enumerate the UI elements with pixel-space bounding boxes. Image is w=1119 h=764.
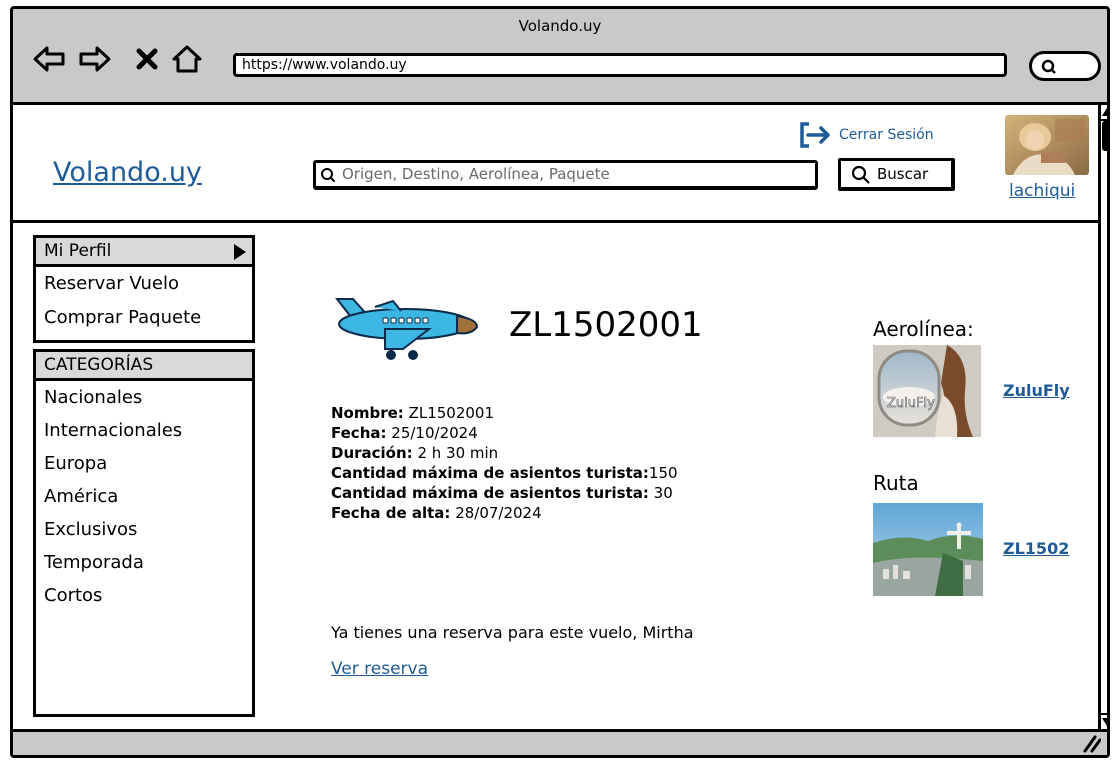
expand-arrow-icon: [234, 244, 246, 260]
category-cortos[interactable]: Cortos: [36, 579, 252, 612]
airline-heading: Aerolínea:: [873, 317, 974, 341]
route-heading: Ruta: [873, 471, 919, 495]
category-internacionales[interactable]: Internacionales: [36, 414, 252, 447]
home-icon[interactable]: [169, 41, 205, 77]
search-icon: [851, 165, 870, 184]
resize-grip-icon[interactable]: [1081, 735, 1102, 755]
search-button-label: Buscar: [877, 165, 929, 183]
back-arrow-icon[interactable]: [31, 41, 67, 77]
route-image[interactable]: [873, 503, 983, 596]
category-exclusivos[interactable]: Exclusivos: [36, 513, 252, 546]
category-temporada[interactable]: Temporada: [36, 546, 252, 579]
categories-menu: CATEGORÍAS Nacionales Internacionales Eu…: [33, 349, 255, 717]
logout-link[interactable]: Cerrar Sesión: [799, 121, 934, 149]
view-reservation-link[interactable]: Ver reserva: [331, 659, 428, 679]
page-scrollbar[interactable]: [1098, 105, 1107, 729]
search-button[interactable]: Buscar: [838, 158, 955, 191]
detail-duracion: Duración: 2 h 30 min: [331, 444, 499, 462]
detail-asientos-turista-2: Cantidad máxima de asientos turista: 30: [331, 484, 673, 502]
logout-label: Cerrar Sesión: [839, 127, 934, 143]
search-input[interactable]: Origen, Destino, Aerolínea, Paquete: [313, 160, 818, 190]
flight-details: Nombre: ZL1502001 Fecha: 25/10/2024 Dura…: [331, 403, 678, 523]
airplane-icon: [331, 291, 481, 367]
airline-link[interactable]: ZuluFly: [1003, 381, 1070, 400]
menu-item-label: Mi Perfil: [44, 241, 112, 261]
detail-asientos-turista: Cantidad máxima de asientos turista:150: [331, 464, 678, 482]
url-bar[interactable]: https://www.volando.uy: [233, 53, 1007, 77]
profile-menu: Mi Perfil Reservar Vuelo Comprar Paquete: [33, 235, 255, 343]
scroll-down-arrow-icon[interactable]: [1101, 713, 1107, 729]
forward-arrow-icon[interactable]: [77, 41, 113, 77]
category-nacionales[interactable]: Nacionales: [36, 381, 252, 414]
category-europa[interactable]: Europa: [36, 447, 252, 480]
categories-heading: CATEGORÍAS: [36, 352, 252, 381]
reservation-notice: Ya tienes una reserva para este vuelo, M…: [331, 623, 694, 642]
browser-toolbar: Volando.uy https://www.volando.uy: [13, 9, 1107, 105]
menu-item-reservar-vuelo[interactable]: Reservar Vuelo: [36, 267, 252, 301]
search-placeholder: Origen, Destino, Aerolínea, Paquete: [342, 165, 610, 183]
flight-code-title: ZL1502001: [509, 305, 703, 345]
menu-item-comprar-paquete[interactable]: Comprar Paquete: [36, 301, 252, 335]
site-logo[interactable]: Volando.uy: [53, 157, 202, 188]
magnifier-icon: [1041, 59, 1056, 74]
route-link[interactable]: ZL1502: [1003, 539, 1069, 558]
detail-fecha: Fecha: 25/10/2024: [331, 424, 478, 442]
detail-nombre: Nombre: ZL1502001: [331, 404, 495, 422]
site-header: Volando.uy Origen, Destino, Aerolínea, P…: [13, 105, 1098, 223]
airline-logo-image[interactable]: ZuluFly: [873, 345, 981, 437]
user-avatar[interactable]: [1005, 115, 1089, 175]
stop-icon[interactable]: [129, 41, 165, 77]
search-icon: [321, 168, 336, 183]
category-america[interactable]: América: [36, 480, 252, 513]
menu-item-mi-perfil[interactable]: Mi Perfil: [36, 238, 252, 267]
window-title: Volando.uy: [518, 17, 602, 35]
browser-search-box[interactable]: [1029, 51, 1101, 81]
airline-logo-text: ZuluFly: [887, 396, 935, 411]
browser-window: Volando.uy https://www.volando.uy Voland…: [10, 6, 1110, 758]
detail-fecha-alta: Fecha de alta: 28/07/2024: [331, 504, 542, 522]
username-link[interactable]: lachiqui: [1009, 181, 1075, 201]
logout-icon: [800, 122, 830, 148]
scroll-up-arrow-icon[interactable]: [1101, 105, 1107, 121]
status-bar: [13, 729, 1107, 755]
scroll-thumb[interactable]: [1102, 121, 1107, 151]
